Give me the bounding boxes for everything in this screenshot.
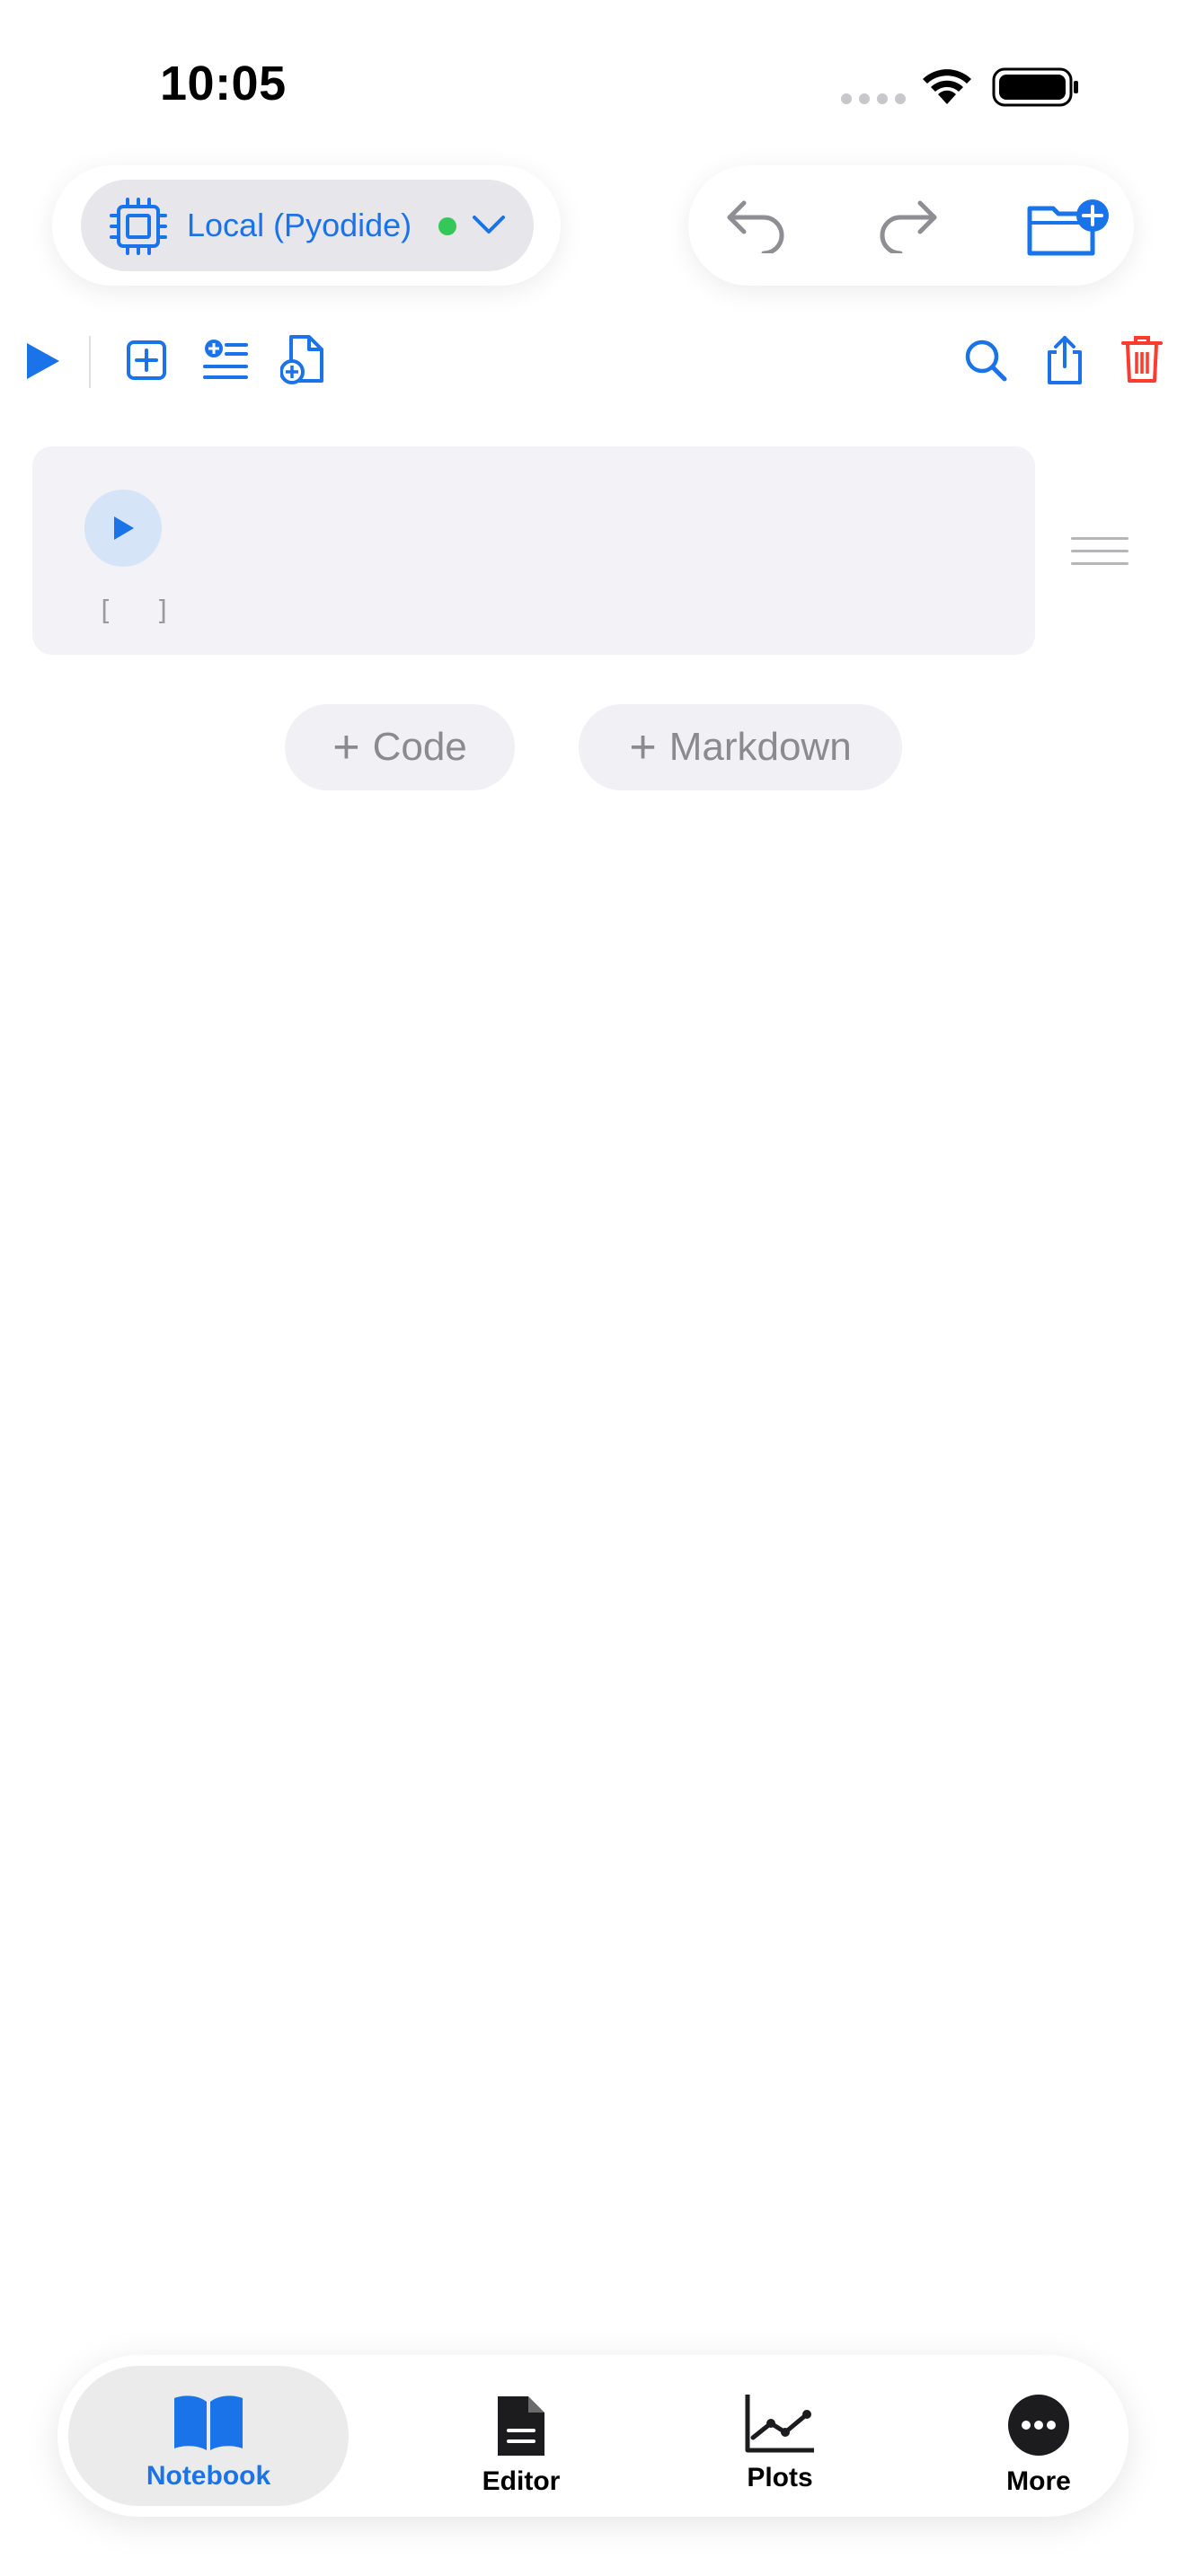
run-cell-button[interactable] xyxy=(84,490,162,567)
tab-label: Plots xyxy=(747,2463,813,2492)
kernel-selector[interactable]: Local (Pyodide) xyxy=(81,180,534,271)
ellipsis-icon xyxy=(1008,2395,1069,2456)
book-icon xyxy=(174,2395,243,2450)
cpu-chip-icon xyxy=(110,198,167,255)
tab-label: Editor xyxy=(482,2466,561,2496)
plus-icon: + xyxy=(332,721,360,773)
add-markdown-label: Markdown xyxy=(668,725,852,769)
undo-icon[interactable] xyxy=(724,198,791,253)
document-icon xyxy=(498,2396,544,2456)
toolbar-divider xyxy=(89,336,91,388)
status-time: 10:05 xyxy=(160,57,287,110)
add-code-cell-button[interactable]: + Code xyxy=(285,704,515,790)
tab-more[interactable]: More xyxy=(902,2366,1175,2506)
run-all-icon[interactable] xyxy=(25,340,61,383)
kernel-status-indicator xyxy=(438,217,456,235)
code-cell[interactable]: [ ] xyxy=(32,446,1035,655)
add-markdown-cell-button[interactable]: + Markdown xyxy=(579,704,902,790)
play-icon xyxy=(114,516,134,540)
wifi-icon xyxy=(923,69,971,104)
history-actions xyxy=(688,165,1134,286)
tab-bar: Notebook Editor Plots More xyxy=(58,2355,1128,2517)
tab-label: Notebook xyxy=(146,2461,271,2491)
tab-plots[interactable]: Plots xyxy=(643,2366,916,2506)
new-file-icon[interactable] xyxy=(280,334,327,384)
redo-icon[interactable] xyxy=(873,198,940,253)
chart-icon xyxy=(745,2395,814,2453)
insert-list-icon[interactable] xyxy=(203,338,248,383)
add-cell-icon[interactable] xyxy=(126,340,167,381)
tab-editor[interactable]: Editor xyxy=(385,2366,658,2506)
kernel-label: Local (Pyodide) xyxy=(187,207,412,243)
trash-icon[interactable] xyxy=(1121,334,1163,384)
signal-icon xyxy=(841,93,906,104)
new-folder-icon[interactable] xyxy=(1026,198,1112,257)
tab-label: More xyxy=(1006,2466,1071,2496)
execution-count: [ ] xyxy=(97,595,184,627)
plus-icon: + xyxy=(629,721,657,773)
tab-notebook[interactable]: Notebook xyxy=(68,2366,349,2506)
drag-handle-icon[interactable] xyxy=(1071,537,1128,575)
chevron-down-icon xyxy=(473,216,505,234)
battery-icon xyxy=(992,67,1078,107)
add-code-label: Code xyxy=(372,725,467,769)
share-icon[interactable] xyxy=(1044,334,1085,386)
search-icon[interactable] xyxy=(963,338,1008,383)
